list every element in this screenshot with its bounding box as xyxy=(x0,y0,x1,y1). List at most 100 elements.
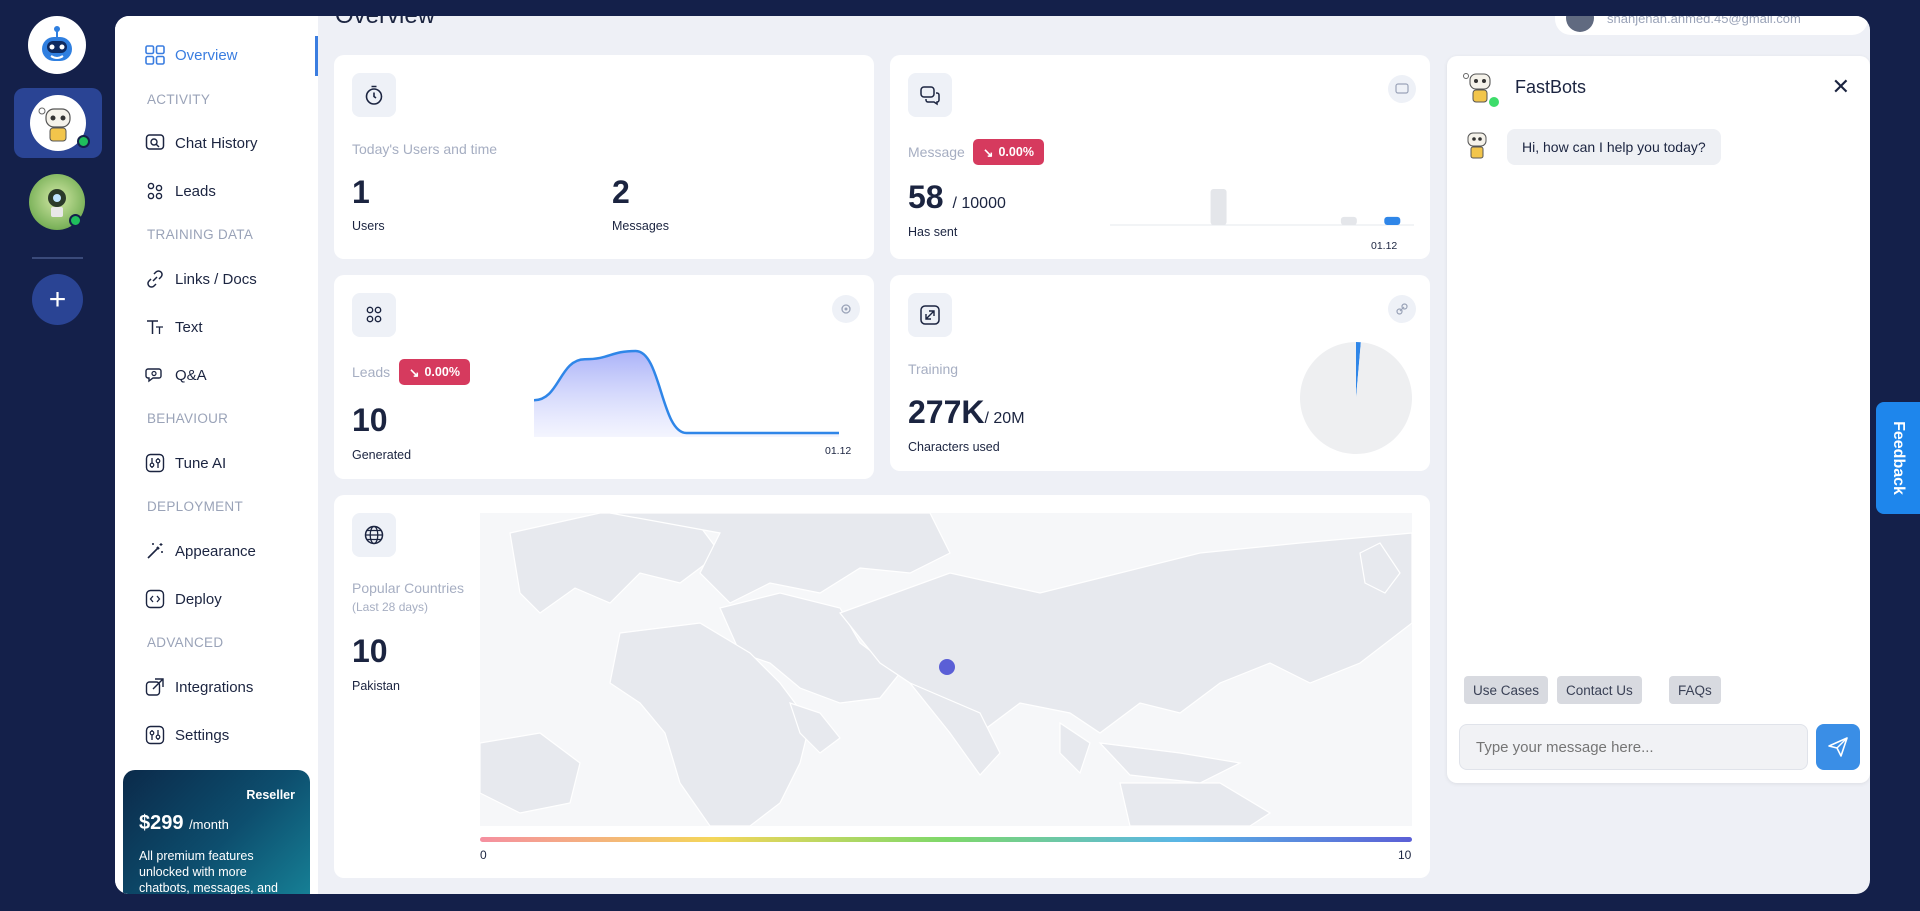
user-menu[interactable]: shahjehan.ahmed.45@gmail.com xyxy=(1555,16,1868,35)
sidebar-item-links-docs[interactable]: Links / Docs xyxy=(145,264,257,294)
integrations-icon xyxy=(145,677,165,697)
arrow-down-right-icon: ↘ xyxy=(409,365,420,380)
sidebar-item-label: Integrations xyxy=(175,678,254,696)
add-bot-button[interactable]: + xyxy=(32,274,83,325)
text-icon xyxy=(145,317,165,337)
messages-label: Messages xyxy=(612,219,669,233)
gear-icon[interactable] xyxy=(832,295,860,323)
promo-tag: Reseller xyxy=(246,788,295,802)
message-options-icon[interactable] xyxy=(1388,75,1416,103)
message-bar xyxy=(1340,216,1357,225)
rail-divider xyxy=(32,257,83,259)
world-map[interactable] xyxy=(480,513,1412,826)
sidebar-item-deploy[interactable]: Deploy xyxy=(145,584,222,614)
sidebar-item-settings[interactable]: Settings xyxy=(145,720,229,750)
sidebar-item-text[interactable]: Text xyxy=(145,312,203,342)
code-icon xyxy=(145,589,165,609)
leads-icon xyxy=(352,293,396,337)
message-bar xyxy=(1210,189,1227,225)
sliders-icon xyxy=(145,453,165,473)
leads-card-label: Leads xyxy=(352,364,391,380)
feedback-tab[interactable]: Feedback xyxy=(1876,402,1920,514)
message-bar xyxy=(1384,216,1401,225)
training-sub-label: Characters used xyxy=(908,440,1000,454)
quick-reply-use-cases[interactable]: Use Cases xyxy=(1464,676,1549,704)
pie-slice-remaining xyxy=(1300,342,1412,454)
link-icon[interactable] xyxy=(1388,295,1416,323)
section-behaviour: BEHAVIOUR xyxy=(147,411,229,426)
training-pie-chart xyxy=(1300,342,1412,454)
users-value: 1 xyxy=(352,174,370,210)
robot-logo-icon xyxy=(42,26,72,61)
countries-period-label: (Last 28 days) xyxy=(352,600,429,614)
pakistan-marker[interactable] xyxy=(939,659,955,675)
sidebar-item-label: Overview xyxy=(175,46,238,64)
message-change-badge: ↘ 0.00% xyxy=(973,139,1044,165)
top-country-label: Pakistan xyxy=(352,679,400,693)
sidebar-item-chat-history[interactable]: Chat History xyxy=(145,128,258,158)
sidebar-item-label: Tune AI xyxy=(175,454,227,472)
section-advanced: ADVANCED xyxy=(147,635,224,650)
sidebar-item-label: Q&A xyxy=(175,366,207,384)
section-training-data: TRAINING DATA xyxy=(147,227,254,242)
leads-change-badge: ↘ 0.00% xyxy=(399,359,470,385)
grid-icon xyxy=(145,45,165,65)
bot-rail: + xyxy=(0,0,114,911)
scale-max-label: 10 xyxy=(1398,848,1412,862)
stopwatch-icon xyxy=(352,73,396,117)
color-scale-bar xyxy=(480,837,1412,842)
qa-icon xyxy=(145,365,165,385)
sidebar-item-appearance[interactable]: Appearance xyxy=(145,536,256,566)
leads-area-fill xyxy=(534,351,839,437)
leads-x-tick: 01.12 xyxy=(825,445,852,457)
quick-reply-contact-us[interactable]: Contact Us xyxy=(1557,676,1642,704)
arrow-down-right-icon: ↘ xyxy=(983,145,994,160)
promo-description: All premium features unlocked with more … xyxy=(139,849,278,894)
sidebar-item-qa[interactable]: Q&A xyxy=(145,360,207,390)
expand-icon xyxy=(908,293,952,337)
chat-message-input[interactable] xyxy=(1459,724,1808,770)
training-card: Training 277K/ 20M Characters used xyxy=(890,275,1430,471)
sidebar-item-label: Chat History xyxy=(175,134,258,152)
messages-value: 2 xyxy=(612,174,630,210)
bot-avatar-icon xyxy=(1463,73,1499,107)
sidebar: Overview ACTIVITY Chat History Leads TRA… xyxy=(115,16,318,894)
leads-value: 10 xyxy=(352,402,388,438)
scale-min-label: 0 xyxy=(480,848,487,862)
reseller-promo-card[interactable]: Reseller $299 /month All premium feature… xyxy=(123,770,310,894)
online-status-dot xyxy=(77,135,90,148)
chat-search-icon xyxy=(145,133,165,153)
globe-icon xyxy=(352,513,396,557)
main-panel: Overview ACTIVITY Chat History Leads TRA… xyxy=(115,16,1870,894)
leads-area-chart xyxy=(534,349,839,437)
countries-card: Popular Countries (Last 28 days) 10 Paki… xyxy=(334,495,1430,878)
section-activity: ACTIVITY xyxy=(147,92,211,107)
sidebar-item-label: Settings xyxy=(175,726,230,744)
wand-icon xyxy=(145,541,165,561)
promo-price: $299 /month xyxy=(139,812,229,834)
quick-reply-faqs[interactable]: FAQs xyxy=(1669,676,1721,704)
sidebar-item-tune-ai[interactable]: Tune AI xyxy=(145,448,226,478)
send-button[interactable] xyxy=(1816,724,1860,770)
sidebar-item-integrations[interactable]: Integrations xyxy=(145,672,253,702)
sidebar-item-label: Text xyxy=(175,318,203,336)
training-value: 277K/ 20M xyxy=(908,394,1025,430)
message-x-tick: 01.12 xyxy=(1371,240,1398,252)
sidebar-item-leads[interactable]: Leads xyxy=(145,176,216,206)
app-logo[interactable] xyxy=(28,16,86,74)
leads-sub-label: Generated xyxy=(352,448,412,462)
message-card: Message ↘ 0.00% 58 / 10000 Has sent 01.12 xyxy=(890,55,1430,259)
bot-switch-fastbots[interactable] xyxy=(14,88,102,158)
settings-sliders-icon xyxy=(145,725,165,745)
users-card: Today's Users and time 1 Users 2 Message… xyxy=(334,55,874,259)
sidebar-item-overview[interactable]: Overview xyxy=(145,40,238,70)
message-sub-label: Has sent xyxy=(908,225,958,239)
message-value: 58 / 10000 xyxy=(908,179,1006,215)
close-icon[interactable]: ✕ xyxy=(1832,74,1850,100)
users-card-label: Today's Users and time xyxy=(352,141,498,157)
message-bar-chart xyxy=(1110,189,1414,226)
leads-card: Leads ↘ 0.00% 10 Generated 01.12 xyxy=(334,275,874,479)
user-email: shahjehan.ahmed.45@gmail.com xyxy=(1607,16,1801,26)
leads-icon xyxy=(145,181,165,201)
bot-switch-second[interactable] xyxy=(29,174,85,230)
